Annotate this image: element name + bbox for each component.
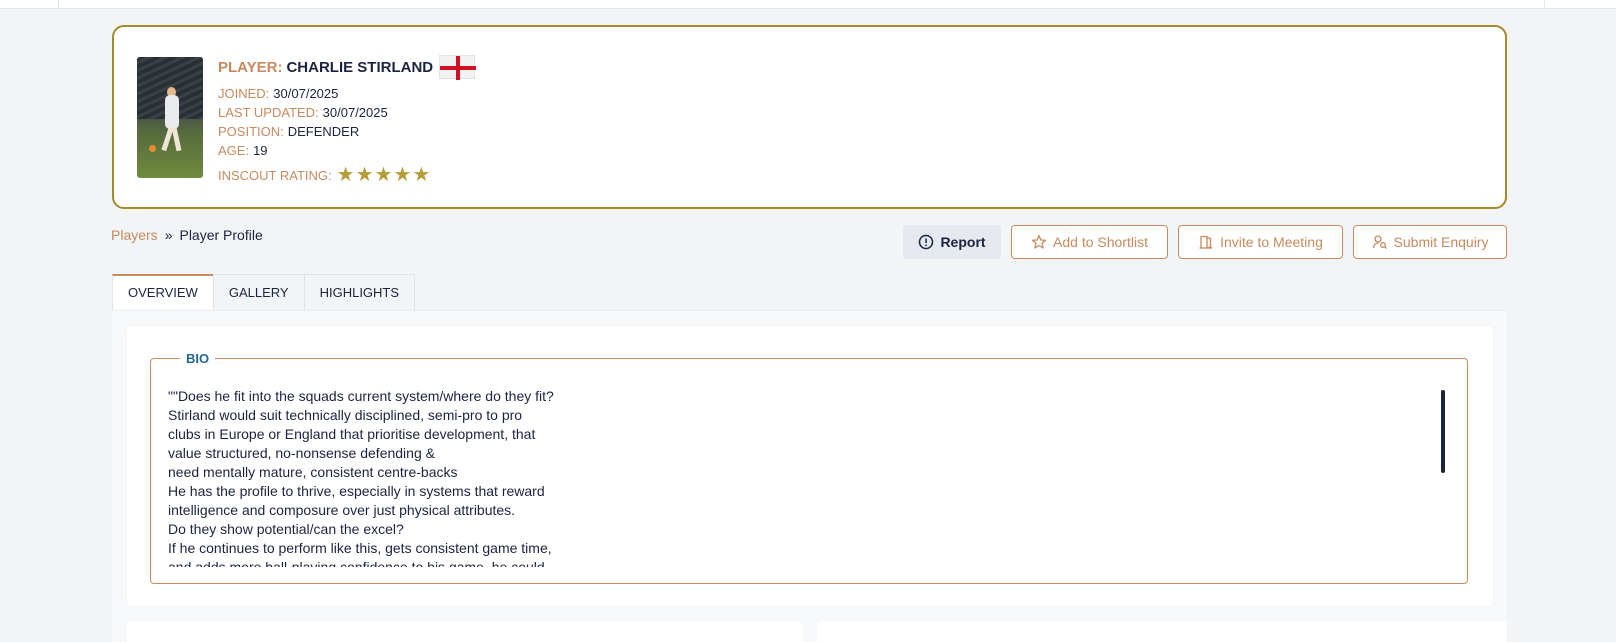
stats-card-right — [817, 621, 1507, 642]
player-profile-card: PLAYER: CHARLIE STIRLAND JOINED: 30/07/2… — [112, 25, 1507, 209]
bio-text[interactable]: ""Does he fit into the squads current sy… — [168, 387, 1438, 567]
invite-to-meeting-button[interactable]: Invite to Meeting — [1178, 225, 1343, 259]
bio-line: ""Does he fit into the squads current sy… — [168, 388, 554, 404]
meeting-label: Invite to Meeting — [1220, 234, 1323, 250]
age-label: AGE: — [218, 143, 250, 158]
rating-star-icon: ★ — [336, 164, 355, 186]
bio-line: If he continues to perform like this, ge… — [168, 540, 552, 556]
rating-label: INSCOUT RATING: — [218, 168, 332, 183]
age-value: 19 — [253, 143, 268, 158]
top-navbar — [0, 0, 1616, 9]
tab-highlights[interactable]: HIGHLIGHTS — [303, 274, 416, 311]
bio-scrollbar[interactable] — [1441, 390, 1445, 473]
england-flag-icon — [439, 55, 477, 80]
player-name-row: PLAYER: CHARLIE STIRLAND — [218, 55, 477, 80]
joined-value: 30/07/2025 — [273, 86, 339, 101]
tab-gallery[interactable]: GALLERY — [212, 274, 305, 311]
navbar-divider — [1544, 0, 1545, 9]
add-to-shortlist-button[interactable]: Add to Shortlist — [1011, 225, 1168, 259]
last-updated-value: 30/07/2025 — [322, 105, 388, 120]
bio-line: Do they show potential/can the excel? — [168, 521, 404, 537]
bio-line: intelligence and composure over just phy… — [168, 502, 516, 518]
breadcrumb-current: Player Profile — [179, 227, 263, 243]
breadcrumb-players-link[interactable]: Players — [111, 227, 158, 243]
bio-line: clubs in Europe or England that prioriti… — [168, 426, 536, 442]
position-label: POSITION: — [218, 124, 284, 139]
alert-circle-icon — [919, 234, 934, 250]
profile-tabs: OVERVIEW GALLERY HIGHLIGHTS — [112, 274, 416, 311]
report-button[interactable]: Report — [903, 225, 1001, 259]
player-label: PLAYER: — [218, 58, 283, 76]
bio-line: value structured, no-nonsense defending … — [168, 445, 435, 461]
breadcrumb-separator: » — [164, 227, 173, 243]
player-info: PLAYER: CHARLIE STIRLAND JOINED: 30/07/2… — [218, 55, 477, 186]
position-value: DEFENDER — [287, 124, 360, 139]
enquiry-label: Submit Enquiry — [1393, 234, 1489, 250]
report-label: Report — [940, 234, 986, 250]
bio-line: and adds more ball-playing confidence to… — [168, 559, 545, 567]
rating-row: INSCOUT RATING: ★ ★ ★ ★ ★ — [218, 164, 475, 186]
door-icon — [1199, 235, 1213, 249]
user-search-icon — [1372, 235, 1387, 249]
last-updated-row: LAST UPDATED: 30/07/2025 — [218, 103, 475, 122]
bio-line: need mentally mature, consistent centre-… — [168, 464, 458, 480]
joined-row: JOINED: 30/07/2025 — [218, 84, 475, 103]
shortlist-label: Add to Shortlist — [1053, 234, 1148, 250]
bio-line: He has the profile to thrive, especially… — [168, 483, 545, 499]
joined-label: JOINED: — [218, 86, 270, 101]
last-updated-label: LAST UPDATED: — [218, 105, 319, 120]
bio-legend: BIO — [180, 350, 216, 368]
star-icon — [1031, 234, 1047, 249]
stats-card-left — [127, 621, 802, 642]
tab-overview[interactable]: OVERVIEW — [112, 274, 214, 311]
bio-line: Stirland would suit technically discipli… — [168, 407, 523, 423]
rating-star-icon: ★ — [374, 164, 393, 186]
breadcrumb: Players » Player Profile — [111, 227, 263, 243]
position-row: POSITION: DEFENDER — [218, 122, 475, 141]
rating-star-icon: ★ — [355, 164, 374, 186]
rating-star-icon: ★ — [412, 164, 431, 186]
rating-stars: ★ ★ ★ ★ ★ — [336, 164, 431, 186]
player-photo — [137, 57, 203, 178]
submit-enquiry-button[interactable]: Submit Enquiry — [1353, 225, 1507, 259]
navbar-divider — [58, 0, 59, 9]
age-row: AGE: 19 — [218, 141, 475, 160]
rating-star-icon: ★ — [393, 164, 412, 186]
player-name: CHARLIE STIRLAND — [286, 58, 434, 76]
